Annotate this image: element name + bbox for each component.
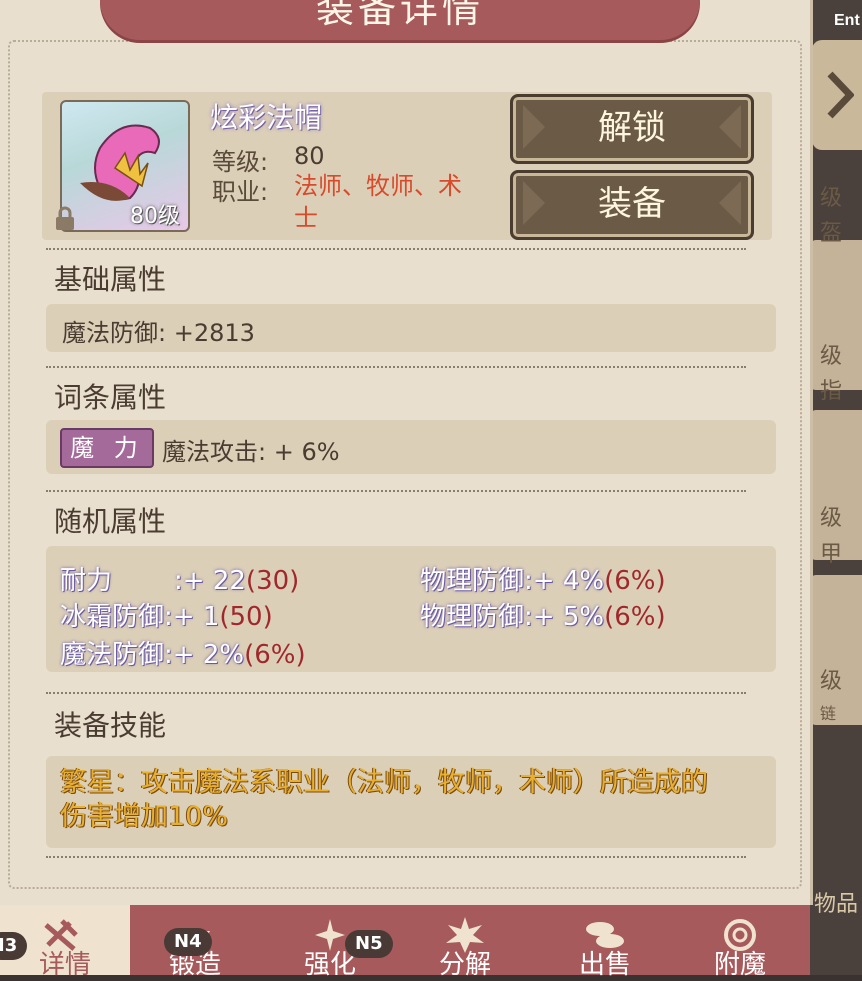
affix-attributes-box [46, 420, 776, 474]
side-text: 物品 [814, 892, 859, 917]
ent-label: Ent [834, 12, 860, 29]
divider [46, 692, 746, 694]
tab-label: 分解 [438, 950, 491, 980]
next-arrow-button[interactable] [812, 40, 862, 150]
header-ribbon: 装备详情 [100, 0, 700, 40]
tab-label: 附魔 [713, 950, 766, 980]
basic-stat: 魔法防御: +2813 [62, 319, 255, 347]
affix-stat: 魔法攻击: + 6% [162, 438, 340, 466]
lock-icon [56, 206, 74, 230]
side-text: 指 [820, 379, 843, 404]
skill-title: 装备技能 [54, 709, 167, 742]
divider [46, 248, 746, 250]
random-stat: 物理防御:+ 4%(6%) [420, 566, 666, 596]
hint-pill: N4 [164, 928, 212, 956]
class-value-cont: 士 [294, 204, 318, 232]
level-value: 80 [294, 142, 325, 170]
divider [46, 856, 746, 858]
class-label: 职业: [212, 178, 269, 206]
tab-label: 出售 [578, 950, 631, 980]
chevron-right-icon [827, 71, 854, 119]
side-text: 链 [820, 704, 837, 723]
equip-button-label: 装备 [598, 184, 666, 224]
random-stat: 魔法防御:+ 2%(6%) [60, 640, 306, 670]
side-text: 级 [820, 506, 843, 531]
side-text: 甲 [820, 542, 843, 567]
side-text: 级 [820, 186, 843, 211]
item-level-tag: 80级 [130, 204, 180, 229]
affix-badge: 魔 力 [60, 428, 154, 468]
side-text: 级 [820, 344, 843, 369]
equip-button[interactable]: 装备 [510, 170, 754, 240]
tab-enchant[interactable]: 附魔 [675, 905, 805, 980]
basic-attributes-title: 基础属性 [54, 263, 167, 296]
divider [46, 490, 746, 492]
affix-attributes-title: 词条属性 [54, 381, 167, 414]
side-text: 级 [820, 669, 843, 694]
side-text: 盔 [820, 221, 843, 246]
tab-sell[interactable]: 出售 [540, 905, 670, 980]
item-name: 炫彩法帽 [210, 101, 323, 134]
unlock-button-label: 解锁 [598, 108, 666, 148]
random-stat: 冰霜防御:+ 1(50) [60, 602, 273, 632]
hint-pill: N5 [345, 930, 393, 958]
unlock-button[interactable]: 解锁 [510, 94, 754, 164]
tab-disassemble[interactable]: 分解 [400, 905, 530, 980]
divider [46, 366, 746, 368]
skill-description: 繁星：攻击魔法系职业（法师，牧师，术师）所造成的 伤害增加10% [60, 767, 708, 832]
class-value: 法师、牧师、术 [294, 172, 462, 200]
random-stat: 物理防御:+ 5%(6%) [420, 602, 666, 632]
random-stat: 耐力:+ 22(30) [60, 566, 300, 596]
random-attributes-title: 随机属性 [54, 505, 167, 538]
page-title: 装备详情 [315, 0, 484, 31]
